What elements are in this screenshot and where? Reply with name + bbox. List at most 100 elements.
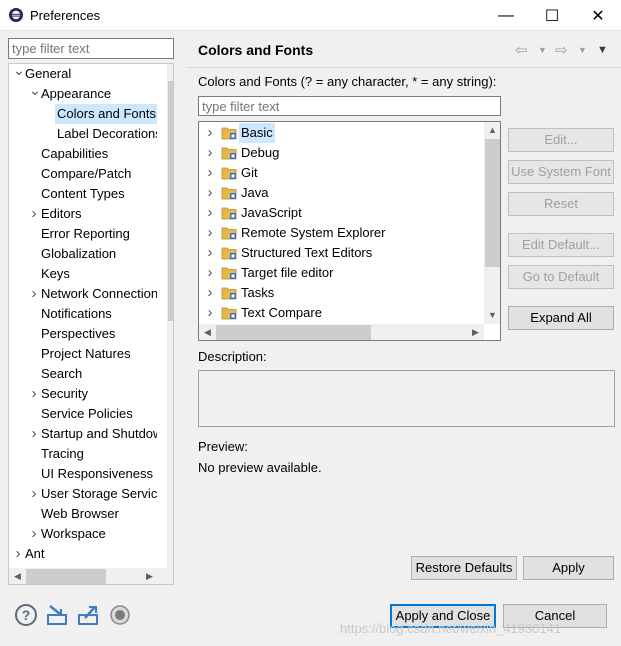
nav-item[interactable]: Error Reporting <box>9 224 157 244</box>
collapse-chevron-icon[interactable]: › <box>205 263 215 283</box>
nav-item[interactable]: Web Browser <box>9 504 157 524</box>
category-label: Target file editor <box>241 265 334 280</box>
nav-vertical-scrollbar[interactable]: ▲ ▼ <box>167 64 173 568</box>
nav-item[interactable]: Notifications <box>9 304 157 324</box>
collapse-chevron-icon[interactable]: › <box>29 284 39 304</box>
colors-vertical-scrollbar[interactable]: ▲ ▼ <box>484 122 500 324</box>
nav-item[interactable]: UI Responsiveness <box>9 464 157 484</box>
scroll-left-icon[interactable]: ◀ <box>9 568 26 584</box>
collapse-chevron-icon[interactable]: › <box>205 243 215 263</box>
scroll-down-icon[interactable]: ▼ <box>484 307 500 324</box>
collapse-chevron-icon[interactable]: › <box>205 223 215 243</box>
collapse-chevron-icon[interactable]: › <box>205 143 215 163</box>
import-icon[interactable] <box>45 603 69 627</box>
nav-item[interactable]: ⌄ Appearance <box>9 84 157 104</box>
folder-icon <box>221 187 237 200</box>
nav-item-label: Search <box>41 366 83 381</box>
collapse-chevron-icon[interactable]: › <box>29 524 39 544</box>
folder-icon <box>221 127 237 140</box>
expand-chevron-icon[interactable]: ⌄ <box>29 84 41 104</box>
help-icon[interactable]: ? <box>14 603 38 627</box>
colors-horizontal-scrollbar[interactable]: ◀ ▶ <box>199 324 484 340</box>
export-icon[interactable] <box>76 603 100 627</box>
back-menu-chevron-icon[interactable]: ▼ <box>538 45 547 55</box>
nav-item[interactable]: Globalization <box>9 244 157 264</box>
nav-item[interactable]: Label Decorations <box>9 124 157 144</box>
nav-item[interactable]: Compare/Patch <box>9 164 157 184</box>
preference-nav-tree[interactable]: ⌄ General ⌄ Appearance Colors and Fonts Label… <box>8 63 174 585</box>
colors-fonts-tree[interactable]: › Basic › Debug › Git › Java › JavaScript › Remote … <box>198 121 501 341</box>
filter-instructions: Colors and Fonts (? = any character, * =… <box>198 74 497 89</box>
collapse-chevron-icon[interactable]: › <box>29 424 39 444</box>
collapse-chevron-icon[interactable]: › <box>205 283 215 303</box>
restore-defaults-button[interactable]: Restore Defaults <box>411 556 517 580</box>
edit-button[interactable]: Edit... <box>508 128 614 152</box>
scroll-up-icon[interactable]: ▲ <box>484 122 500 139</box>
scroll-left-icon[interactable]: ◀ <box>199 324 216 340</box>
nav-item[interactable]: Content Types <box>9 184 157 204</box>
nav-item[interactable]: Keys <box>9 264 157 284</box>
nav-item[interactable]: Perspectives <box>9 324 157 344</box>
collapse-chevron-icon[interactable]: › <box>29 384 39 404</box>
nav-filter-input[interactable] <box>8 38 174 59</box>
collapse-chevron-icon[interactable]: › <box>13 544 23 564</box>
nav-item[interactable]: Service Policies <box>9 404 157 424</box>
preview-label: Preview: <box>198 439 248 454</box>
nav-item[interactable]: Search <box>9 364 157 384</box>
nav-horizontal-scroll-thumb[interactable] <box>26 569 106 584</box>
expand-chevron-icon[interactable]: ⌄ <box>13 64 25 84</box>
folder-icon <box>221 287 237 300</box>
nav-item[interactable]: Capabilities <box>9 144 157 164</box>
nav-item[interactable]: › Ant <box>9 544 157 564</box>
record-icon[interactable] <box>108 603 132 627</box>
scroll-up-icon[interactable]: ▲ <box>167 64 173 81</box>
scroll-right-icon[interactable]: ▶ <box>467 324 484 340</box>
nav-item[interactable]: ⌄ General <box>9 64 157 84</box>
nav-item[interactable]: › Editors <box>9 204 157 224</box>
scroll-down-icon[interactable]: ▼ <box>167 551 173 568</box>
nav-item-label: Notifications <box>41 306 112 321</box>
nav-item[interactable]: › Startup and Shutdown <box>9 424 158 444</box>
back-arrow-icon[interactable]: ⇦ <box>515 41 528 59</box>
minimize-button[interactable]: — <box>483 0 529 31</box>
collapse-chevron-icon[interactable]: › <box>205 303 215 323</box>
collapse-chevron-icon[interactable]: › <box>29 204 39 224</box>
category-label: Tasks <box>241 285 275 300</box>
nav-item[interactable]: Tracing <box>9 444 157 464</box>
nav-item[interactable]: Colors and Fonts <box>55 104 157 124</box>
nav-item[interactable]: › Workspace <box>9 524 157 544</box>
collapse-chevron-icon[interactable]: › <box>205 163 215 183</box>
reset-button[interactable]: Reset <box>508 192 614 216</box>
close-button[interactable]: ✕ <box>575 0 621 31</box>
go-to-default-button[interactable]: Go to Default <box>508 265 614 289</box>
nav-item-label: Workspace <box>41 526 106 541</box>
category-label: JavaScript <box>241 205 302 220</box>
colors-filter-input[interactable] <box>198 96 501 116</box>
colors-vertical-scroll-thumb[interactable] <box>485 139 500 267</box>
maximize-button[interactable]: ☐ <box>529 0 575 31</box>
colors-horizontal-scroll-thumb[interactable] <box>216 325 371 340</box>
nav-item[interactable]: › Network Connections <box>9 284 158 304</box>
view-menu-icon[interactable]: ▼ <box>597 44 608 56</box>
collapse-chevron-icon[interactable]: › <box>29 484 39 504</box>
use-system-font-button[interactable]: Use System Font <box>508 160 614 184</box>
edit-default-button[interactable]: Edit Default... <box>508 233 614 257</box>
scroll-right-icon[interactable]: ▶ <box>141 568 158 584</box>
nav-horizontal-scrollbar[interactable]: ◀ ▶ <box>9 568 173 584</box>
folder-icon <box>221 247 237 260</box>
nav-vertical-scroll-thumb[interactable] <box>168 81 173 321</box>
collapse-chevron-icon[interactable]: › <box>205 183 215 203</box>
nav-item[interactable]: › Security <box>9 384 157 404</box>
apply-button[interactable]: Apply <box>523 556 614 580</box>
expand-all-button[interactable]: Expand All <box>508 306 614 330</box>
forward-arrow-icon[interactable]: ⇨ <box>555 41 568 59</box>
collapse-chevron-icon[interactable]: › <box>205 123 215 143</box>
nav-item-label: Startup and Shutdown <box>41 426 157 441</box>
nav-item[interactable]: Project Natures <box>9 344 157 364</box>
forward-menu-chevron-icon[interactable]: ▼ <box>578 45 587 55</box>
collapse-chevron-icon[interactable]: › <box>205 203 215 223</box>
nav-item[interactable]: › User Storage Service <box>9 484 158 504</box>
maximize-icon: ☐ <box>544 7 560 25</box>
